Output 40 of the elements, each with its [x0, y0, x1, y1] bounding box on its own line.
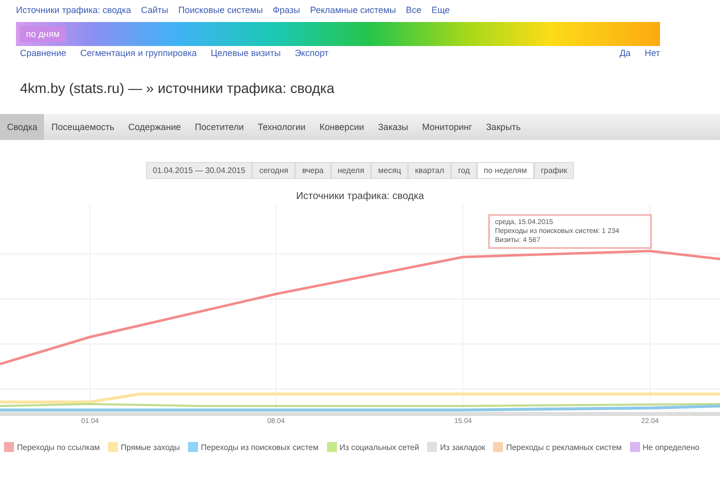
option-link[interactable]: Экспорт	[294, 48, 329, 58]
tab[interactable]: Технологии	[250, 114, 313, 140]
nav-link[interactable]: Еще	[431, 5, 450, 15]
period-button[interactable]: график	[534, 162, 574, 179]
legend-label[interactable]: Переходы из поисковых систем	[200, 442, 318, 452]
legend-label[interactable]: Прямые заходы	[120, 442, 180, 452]
nav-link[interactable]: Сайты	[141, 5, 168, 15]
legend-label[interactable]: Переходы с рекламных систем	[506, 442, 622, 452]
legend-label[interactable]: Не определено	[642, 442, 700, 452]
nav-link[interactable]: Все	[406, 5, 422, 15]
tab[interactable]: Конверсии	[312, 114, 371, 140]
tab[interactable]: Заказы	[371, 114, 416, 140]
period-button[interactable]: неделя	[330, 162, 372, 179]
option-link[interactable]: Целевые визиты	[210, 48, 281, 58]
legend-label[interactable]: Переходы по ссылкам	[17, 442, 100, 452]
legend-label[interactable]: Из закладок	[440, 442, 486, 452]
option-link[interactable]: Да	[620, 48, 631, 58]
tab[interactable]: Мониторинг	[415, 114, 479, 140]
chart-title: Источники трафика: сводка	[295, 191, 425, 202]
tab[interactable]: Посетители	[188, 114, 251, 140]
nav-link[interactable]: Поисковые системы	[178, 5, 263, 15]
period-button[interactable]: сегодня	[252, 162, 296, 179]
nav-link[interactable]: Рекламные системы	[310, 5, 396, 15]
nav-link[interactable]: Фразы	[272, 5, 300, 15]
period-button[interactable]: квартал	[408, 162, 452, 179]
tab[interactable]: Закрыть	[479, 114, 528, 140]
option-link[interactable]: Сегментация и группировка	[80, 48, 197, 58]
period-button[interactable]: по неделям	[476, 162, 534, 179]
tab[interactable]: Посещаемость	[44, 114, 122, 140]
legend-label[interactable]: Из социальных сетей	[340, 442, 420, 452]
tab[interactable]: Содержание	[121, 114, 188, 140]
period-button[interactable]: вчера	[295, 162, 331, 179]
period-button[interactable]: 01.04.2015 — 30.04.2015	[146, 162, 252, 179]
tab[interactable]: Сводка	[0, 114, 44, 140]
period-button[interactable]: год	[451, 162, 477, 179]
period-button[interactable]: месяц	[371, 162, 408, 179]
nav-link[interactable]: Источники трафика: сводка	[16, 5, 132, 15]
option-link[interactable]: Сравнение	[20, 48, 66, 58]
page-title: 4km.by (stats.ru) — » источники трафика: сводка	[20, 80, 336, 96]
option-link[interactable]: Нет	[644, 48, 660, 58]
